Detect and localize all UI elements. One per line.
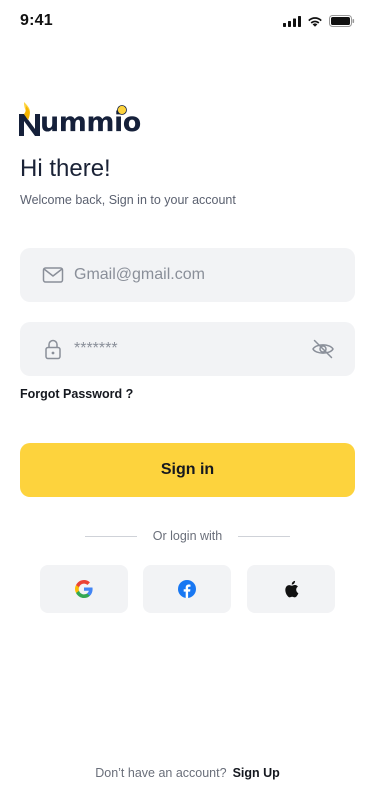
forgot-password-link[interactable]: Forgot Password ? (20, 387, 133, 401)
brand-logo: ummio (18, 98, 141, 138)
password-input[interactable] (74, 322, 304, 376)
facebook-icon (178, 580, 196, 598)
divider-line-left (85, 535, 137, 537)
apple-icon (285, 580, 299, 598)
eye-off-icon[interactable] (311, 338, 335, 360)
logo-flame-n-icon (19, 102, 40, 136)
page-subtitle: Welcome back, Sign in to your account (20, 193, 236, 207)
signup-prompt-text: Don’t have an account? (95, 766, 227, 780)
lock-icon (45, 339, 61, 360)
divider-label: Or login with (152, 529, 223, 543)
google-icon (75, 580, 93, 598)
cellular-signal-icon (283, 15, 301, 27)
sign-up-link[interactable]: Sign Up (233, 766, 280, 780)
email-field[interactable] (20, 248, 355, 302)
logo-coin-icon (117, 105, 127, 115)
battery-icon (329, 15, 355, 27)
google-login-button[interactable] (40, 565, 128, 613)
signup-prompt: Don’t have an account? Sign Up (0, 766, 375, 780)
email-input[interactable] (74, 248, 304, 302)
wifi-icon (308, 16, 322, 27)
password-field[interactable] (20, 322, 355, 376)
social-divider: Or login with (85, 528, 291, 544)
status-icons (283, 15, 355, 27)
sign-in-button[interactable]: Sign in (20, 443, 355, 497)
mail-icon (42, 267, 64, 283)
page-title: Hi there! (20, 155, 111, 182)
status-bar: 9:41 (0, 0, 375, 44)
facebook-login-button[interactable] (143, 565, 231, 613)
status-time: 9:41 (20, 12, 53, 29)
apple-login-button[interactable] (247, 565, 335, 613)
divider-line-right (238, 535, 291, 537)
